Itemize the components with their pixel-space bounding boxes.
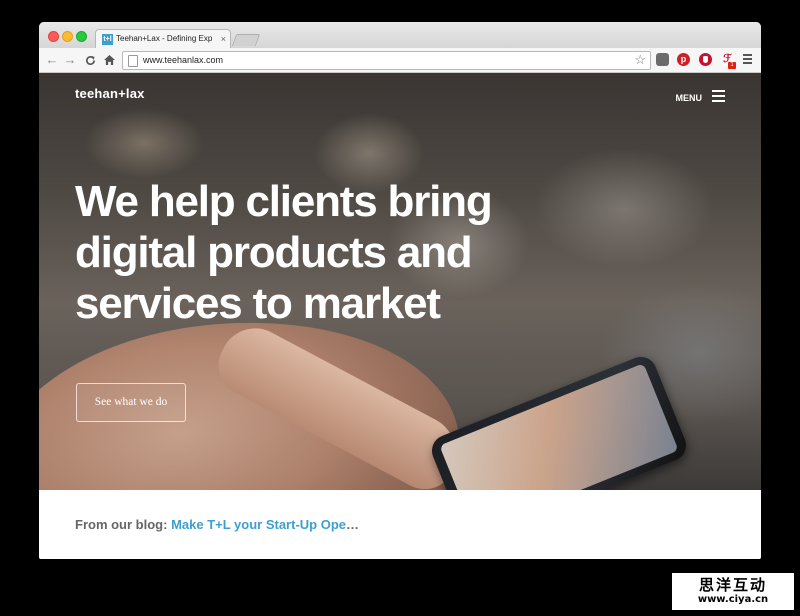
hero-section: teehan+lax MENU We help clients bring di… xyxy=(39,73,761,490)
menu-label: MENU xyxy=(675,92,703,103)
pinterest-icon[interactable]: p xyxy=(677,53,690,66)
tab-title: Teehan+Lax - Defining Exp xyxy=(116,34,213,43)
site-favicon-icon: t+l xyxy=(102,34,113,45)
adblock-icon[interactable] xyxy=(699,53,712,66)
window-minimize-button[interactable] xyxy=(62,31,73,42)
pocket-icon[interactable] xyxy=(656,53,669,66)
window-close-button[interactable] xyxy=(48,31,59,42)
watermark-text: 思洋互动 xyxy=(698,576,767,594)
extension-badge: 1 xyxy=(728,62,736,69)
blog-teaser: From our blog: Make T+L your Start-Up Op… xyxy=(75,517,359,533)
see-what-we-do-button[interactable]: See what we do xyxy=(76,383,186,422)
home-icon[interactable] xyxy=(102,51,116,69)
watermark-url: www.ciya.cn xyxy=(697,594,769,605)
hero-headline: We help clients bring digital products a… xyxy=(75,177,493,328)
hero-photo-phone xyxy=(427,352,691,490)
bookmark-star-icon[interactable]: ☆ xyxy=(634,52,646,68)
blog-ellipsis: … xyxy=(346,517,359,532)
hamburger-icon xyxy=(712,90,725,105)
site-logo[interactable]: teehan+lax xyxy=(75,86,145,102)
watermark: 思洋互动 www.ciya.cn xyxy=(672,573,794,610)
browser-menu-icon[interactable] xyxy=(743,54,752,66)
blog-post-link[interactable]: Make T+L your Start-Up Ope xyxy=(171,517,346,532)
blog-prefix: From our blog: xyxy=(75,517,168,532)
url-text[interactable]: www.teehanlax.com xyxy=(143,54,223,67)
browser-window: t+l Teehan+Lax - Defining Exp × ← → www.… xyxy=(39,22,761,559)
address-bar[interactable]: www.teehanlax.com ☆ xyxy=(122,51,651,70)
forward-arrow-icon[interactable]: → xyxy=(63,51,77,69)
window-maximize-button[interactable] xyxy=(76,31,87,42)
page-icon xyxy=(128,55,138,67)
new-tab-button[interactable] xyxy=(231,34,261,46)
reload-icon[interactable] xyxy=(83,51,97,69)
back-arrow-icon[interactable]: ← xyxy=(45,51,59,69)
tab-close-icon[interactable]: × xyxy=(221,33,226,45)
tab-strip: t+l Teehan+Lax - Defining Exp × xyxy=(39,22,761,49)
tab-active[interactable]: t+l Teehan+Lax - Defining Exp × xyxy=(95,29,231,49)
menu-button[interactable]: MENU xyxy=(675,90,725,105)
browser-toolbar: ← → www.teehanlax.com ☆ p ℱ 1 xyxy=(39,48,761,73)
